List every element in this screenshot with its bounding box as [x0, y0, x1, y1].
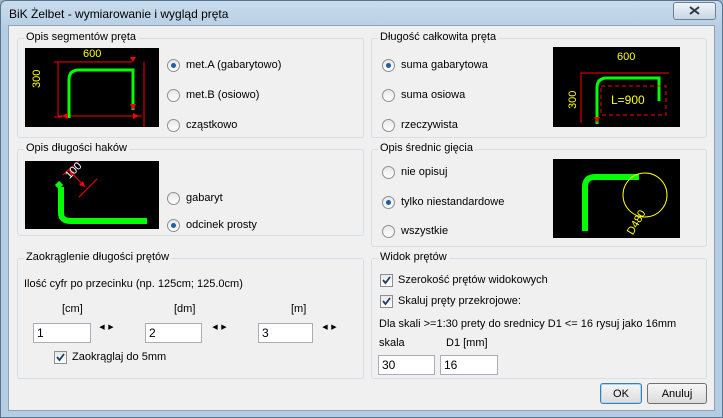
- segments-top-dimension: 600: [83, 48, 102, 60]
- total-length-group-title: Długość całkowita pręta: [378, 31, 499, 43]
- segments-option-partial-label[interactable]: cząstkowo: [186, 119, 237, 131]
- arrow-right-icon[interactable]: ▶: [220, 321, 228, 335]
- scale-sections-label[interactable]: Skaluj pręty przekrojowe:: [398, 295, 521, 307]
- hooks-straight-label[interactable]: odcinek prosty: [186, 219, 257, 231]
- bend-diameters-preview: D480: [553, 159, 680, 238]
- round-5mm-checkbox[interactable]: [54, 351, 67, 364]
- title-bar[interactable]: BiK Żelbet - wymiarowanie i wygląd pręta: [1, 1, 722, 25]
- total-length-label: L=900: [611, 93, 645, 107]
- close-icon: [689, 6, 700, 15]
- segments-group: Opis segmentów pręta 600 300 met.A (gaba…: [17, 31, 364, 138]
- segments-option-b-radio[interactable]: [167, 89, 180, 102]
- dialog-window: BiK Żelbet - wymiarowanie i wygląd pręta…: [0, 0, 723, 418]
- checkmark-icon: [382, 297, 391, 306]
- rounding-m-spinner[interactable]: ◀ ▶: [321, 321, 338, 335]
- total-length-group: Długość całkowita pręta suma gabarytowa …: [371, 31, 707, 138]
- arrow-right-icon[interactable]: ▶: [107, 321, 115, 335]
- bend-all-radio[interactable]: [382, 225, 395, 238]
- scale-label: skala: [379, 337, 405, 349]
- bend-diameters-group: Opis średnic gięcia nie opisuj tylko nie…: [371, 142, 707, 247]
- hooks-group: Opis długości haków 100 gabaryt odcinek …: [17, 142, 364, 236]
- total-axial-radio[interactable]: [382, 89, 395, 102]
- scale-rule-text: Dla skali >=1:30 prety do srednicy D1 <=…: [379, 318, 677, 330]
- segments-option-a-label[interactable]: met.A (gabarytowo): [186, 59, 281, 71]
- ok-button[interactable]: OK: [600, 383, 642, 404]
- segments-option-partial-radio[interactable]: [167, 119, 180, 132]
- segments-left-dimension: 300: [31, 69, 43, 88]
- total-gabaryt-radio[interactable]: [382, 59, 395, 72]
- rounding-dm-spinner[interactable]: ◀ ▶: [211, 321, 228, 335]
- arrow-left-icon[interactable]: ◀: [321, 321, 329, 335]
- window-title: BiK Żelbet - wymiarowanie i wygląd pręta: [9, 7, 229, 21]
- d1-label: D1 [mm]: [446, 337, 488, 349]
- dialog-client-area: Opis segmentów pręta 600 300 met.A (gaba…: [8, 25, 715, 411]
- bend-all-label[interactable]: wszystkie: [401, 225, 448, 237]
- total-real-radio[interactable]: [382, 119, 395, 132]
- total-axial-label[interactable]: suma osiowa: [401, 89, 465, 101]
- rounding-m-label: [m]: [291, 303, 307, 315]
- bar-view-group: Widok prętów Szerokość prętów widokowych…: [371, 251, 707, 379]
- scale-input[interactable]: [378, 355, 435, 375]
- segments-option-a-radio[interactable]: [167, 59, 180, 72]
- visible-width-label[interactable]: Szerokość prętów widokowych: [398, 274, 548, 286]
- total-left-dimension: 300: [567, 90, 579, 109]
- bend-none-radio[interactable]: [382, 166, 395, 179]
- hooks-gabaryt-label[interactable]: gabaryt: [186, 192, 223, 204]
- bend-nonstandard-radio[interactable]: [382, 196, 395, 209]
- hooks-gabaryt-radio[interactable]: [167, 192, 180, 205]
- total-top-dimension: 600: [617, 51, 636, 63]
- hooks-drawing: [54, 156, 147, 224]
- segments-preview: 600 300: [25, 48, 159, 128]
- hooks-straight-radio[interactable]: [167, 219, 180, 232]
- arrow-right-icon[interactable]: ▶: [330, 321, 338, 335]
- rounding-cm-input[interactable]: [33, 323, 91, 343]
- checkmark-icon: [56, 353, 65, 362]
- segments-option-b-label[interactable]: met.B (osiowo): [186, 89, 259, 101]
- rounding-dm-input[interactable]: [145, 323, 202, 343]
- round-5mm-label[interactable]: Zaokrąglaj do 5mm: [72, 351, 166, 363]
- rounding-dm-label: [dm]: [174, 303, 196, 315]
- rounding-group: Zaokrąglenie długości prętów Ilość cyfr …: [17, 251, 364, 379]
- bend-none-label[interactable]: nie opisuj: [401, 166, 447, 178]
- total-length-preview: 600 300 L=900: [553, 47, 680, 127]
- cancel-button[interactable]: Anuluj: [647, 383, 707, 404]
- segments-group-title: Opis segmentów pręta: [24, 31, 139, 43]
- close-button[interactable]: [673, 2, 716, 20]
- visible-width-checkbox[interactable]: [380, 274, 393, 287]
- d1-input[interactable]: [440, 355, 498, 375]
- scale-sections-checkbox[interactable]: [380, 295, 393, 308]
- rounding-group-title: Zaokrąglenie długości prętów: [24, 251, 172, 263]
- total-real-label[interactable]: rzeczywista: [401, 119, 458, 131]
- arrow-left-icon[interactable]: ◀: [211, 321, 219, 335]
- arrow-left-icon[interactable]: ◀: [98, 321, 106, 335]
- rounding-m-input[interactable]: [258, 323, 313, 343]
- rounding-description: Ilość cyfr po przecinku (np. 125cm; 125.…: [24, 278, 243, 290]
- total-gabaryt-label[interactable]: suma gabarytowa: [401, 59, 488, 71]
- bend-nonstandard-label[interactable]: tylko niestandardowe: [401, 196, 504, 208]
- bar-view-group-title: Widok prętów: [378, 251, 449, 263]
- checkmark-icon: [382, 276, 391, 285]
- bend-diameters-drawing: [582, 172, 668, 231]
- hooks-group-title: Opis długości haków: [24, 142, 129, 154]
- bend-diameters-group-title: Opis średnic gięcia: [378, 142, 475, 154]
- rounding-cm-spinner[interactable]: ◀ ▶: [98, 321, 115, 335]
- rounding-cm-label: [cm]: [62, 303, 83, 315]
- hooks-preview: 100: [25, 156, 159, 229]
